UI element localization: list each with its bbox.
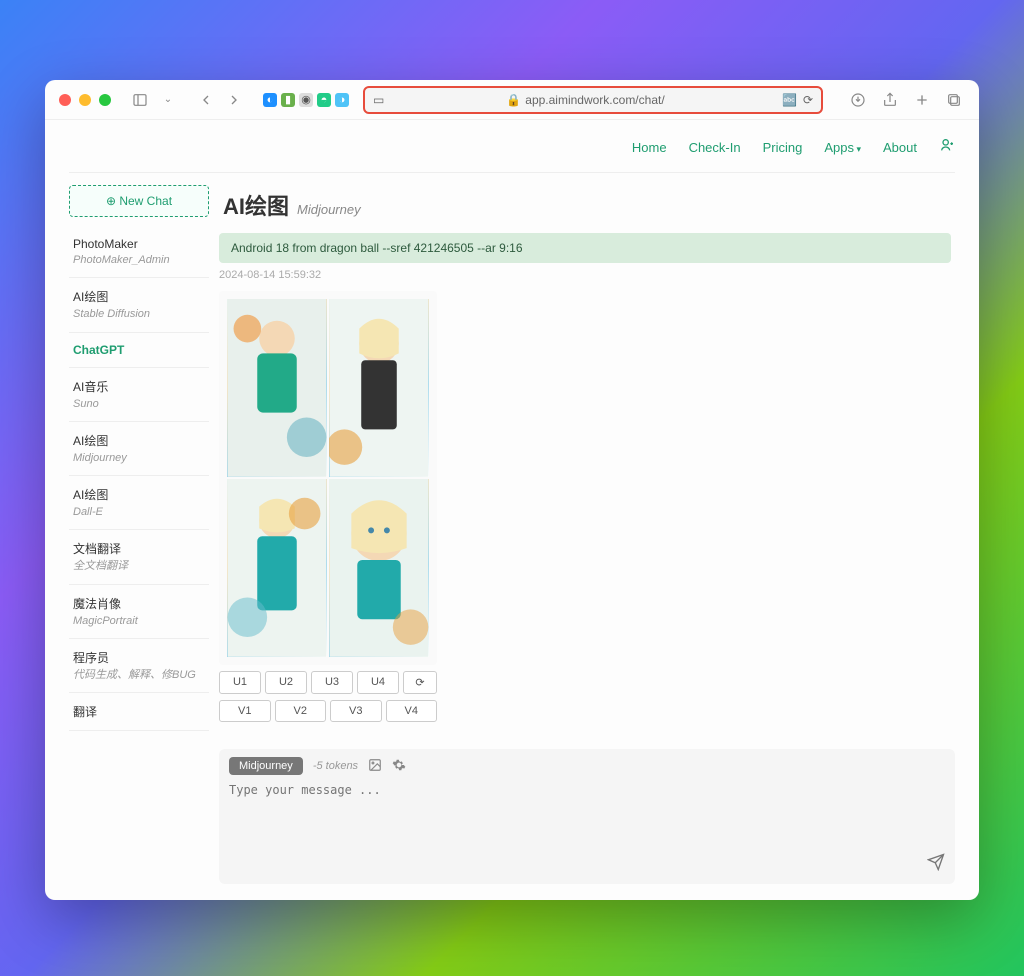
tabs-overview-icon[interactable] (943, 89, 965, 111)
sidebar-item-title: ChatGPT (73, 343, 205, 357)
sidebar-toggle-icon[interactable] (129, 89, 151, 111)
sidebar-item-title: AI绘图 (73, 486, 205, 503)
new-chat-button[interactable]: ⊕ New Chat (69, 185, 209, 217)
chat-list: PhotoMaker PhotoMaker_Admin AI绘图 Stable Dif… (69, 227, 209, 884)
nav-home[interactable]: Home (632, 140, 667, 155)
maximize-window[interactable] (99, 94, 111, 106)
generated-image-3[interactable] (227, 479, 327, 657)
image-icon[interactable] (368, 758, 382, 775)
upscale-button[interactable]: U1 (219, 671, 261, 694)
sidebar-item[interactable]: 翻译 (69, 693, 209, 731)
forward-button[interactable] (223, 89, 245, 111)
reroll-button[interactable]: ⟳ (403, 671, 437, 694)
ext-icon-1[interactable]: ◐ (263, 93, 277, 107)
reload-icon[interactable]: ⟳ (803, 93, 813, 107)
nav-apps[interactable]: Apps (824, 140, 861, 155)
sidebar-item-subtitle: Dall-E (73, 505, 205, 519)
ext-icon-5[interactable]: ◑ (335, 93, 349, 107)
sidebar-item-title: 翻译 (73, 703, 205, 720)
nav-about[interactable]: About (883, 140, 917, 155)
variation-button[interactable]: V2 (275, 700, 327, 722)
token-cost: -5 tokens (313, 760, 358, 772)
new-tab-icon[interactable] (911, 89, 933, 111)
sidebar-item[interactable]: 文档翻译全文档翻译 (69, 530, 209, 584)
sidebar-item-title: AI绘图 (73, 432, 205, 449)
ext-icon-3[interactable]: ◉ (299, 93, 313, 107)
sidebar-item[interactable]: AI绘图 Midjourney (69, 422, 209, 476)
sidebar-item[interactable]: 魔法肖像 MagicPortrait (69, 585, 209, 639)
downloads-icon[interactable] (847, 89, 869, 111)
top-nav: Home Check-In Pricing Apps About (45, 120, 979, 164)
sidebar-item-subtitle: MagicPortrait (73, 614, 205, 628)
nav-checkin[interactable]: Check-In (689, 140, 741, 155)
input-area: Midjourney -5 tokens (219, 749, 955, 884)
ext-icon-4[interactable]: ◓ (317, 93, 331, 107)
generated-image-4[interactable] (329, 479, 429, 657)
page-content: Home Check-In Pricing Apps About ⊕ New C… (45, 120, 979, 900)
gear-icon[interactable] (392, 758, 406, 775)
share-icon[interactable] (879, 89, 901, 111)
main-panel: AI绘图 Midjourney Android 18 from dragon b… (219, 185, 955, 884)
message-input[interactable] (229, 783, 945, 853)
sidebar-item[interactable]: AI绘图 Dall-E (69, 476, 209, 530)
variation-row: V1V2V3V4 (219, 700, 437, 722)
sidebar: ⊕ New Chat PhotoMaker PhotoMaker_Admin AI绘… (69, 185, 209, 884)
timestamp: 2024-08-14 15:59:32 (219, 269, 951, 281)
chevron-down-icon[interactable]: ⌄ (157, 89, 179, 111)
url-text: app.aimindwork.com/chat/ (525, 93, 664, 107)
variation-button[interactable]: V1 (219, 700, 271, 722)
variation-button[interactable]: V4 (386, 700, 438, 722)
ext-icon-2[interactable]: ▮ (281, 93, 295, 107)
user-icon[interactable] (939, 137, 955, 158)
page-heading: AI绘图 Midjourney (219, 185, 955, 233)
sidebar-item-subtitle: 代码生成、解释、修BUG (73, 668, 205, 682)
image-grid (219, 291, 437, 665)
page-title: AI绘图 (223, 189, 289, 221)
page-subtitle: Midjourney (297, 202, 361, 217)
upscale-button[interactable]: U2 (265, 671, 307, 694)
back-button[interactable] (195, 89, 217, 111)
model-badge[interactable]: Midjourney (229, 757, 303, 775)
chat-area[interactable]: Android 18 from dragon ball --sref 42124… (219, 233, 955, 739)
translate-icon[interactable]: 🔤 (782, 93, 797, 107)
sidebar-item-title: AI绘图 (73, 288, 205, 305)
sidebar-item-subtitle: PhotoMaker_Admin (73, 253, 205, 267)
traffic-lights (59, 94, 111, 106)
variation-button[interactable]: V3 (330, 700, 382, 722)
sidebar-item-subtitle: Suno (73, 397, 205, 411)
generated-image-1[interactable] (227, 299, 327, 477)
lock-icon: 🔒 (506, 93, 521, 107)
titlebar: ⌄ ◐ ▮ ◉ ◓ ◑ ▭ 🔒 app.aimindwork.com/chat/… (45, 80, 979, 120)
upscale-button[interactable]: U4 (357, 671, 399, 694)
page-mode-icon: ▭ (373, 93, 389, 107)
sidebar-item-subtitle: Midjourney (73, 451, 205, 465)
send-button[interactable] (927, 853, 945, 876)
prompt-bubble: Android 18 from dragon ball --sref 42124… (219, 233, 951, 263)
sidebar-item-title: 魔法肖像 (73, 595, 205, 612)
address-bar[interactable]: ▭ 🔒 app.aimindwork.com/chat/ 🔤 ⟳ (363, 86, 823, 114)
sidebar-item-subtitle: 全文档翻译 (73, 559, 205, 573)
upscale-row: U1U2U3U4⟳ (219, 671, 437, 694)
sidebar-item[interactable]: AI音乐 Suno (69, 368, 209, 422)
close-window[interactable] (59, 94, 71, 106)
sidebar-item[interactable]: 程序员代码生成、解释、修BUG (69, 639, 209, 693)
generated-image-2[interactable] (329, 299, 429, 477)
sidebar-item[interactable]: ChatGPT (69, 333, 209, 368)
sidebar-item-subtitle: Stable Diffusion (73, 307, 205, 321)
sidebar-item[interactable]: AI绘图 Stable Diffusion (69, 278, 209, 332)
minimize-window[interactable] (79, 94, 91, 106)
upscale-button[interactable]: U3 (311, 671, 353, 694)
sidebar-item-title: PhotoMaker (73, 237, 205, 251)
sidebar-item[interactable]: PhotoMaker PhotoMaker_Admin (69, 227, 209, 278)
sidebar-item-title: 程序员 (73, 649, 205, 666)
sidebar-item-title: 文档翻译 (73, 540, 205, 557)
browser-window: ⌄ ◐ ▮ ◉ ◓ ◑ ▭ 🔒 app.aimindwork.com/chat/… (45, 80, 979, 900)
sidebar-item-title: AI音乐 (73, 378, 205, 395)
nav-pricing[interactable]: Pricing (763, 140, 803, 155)
